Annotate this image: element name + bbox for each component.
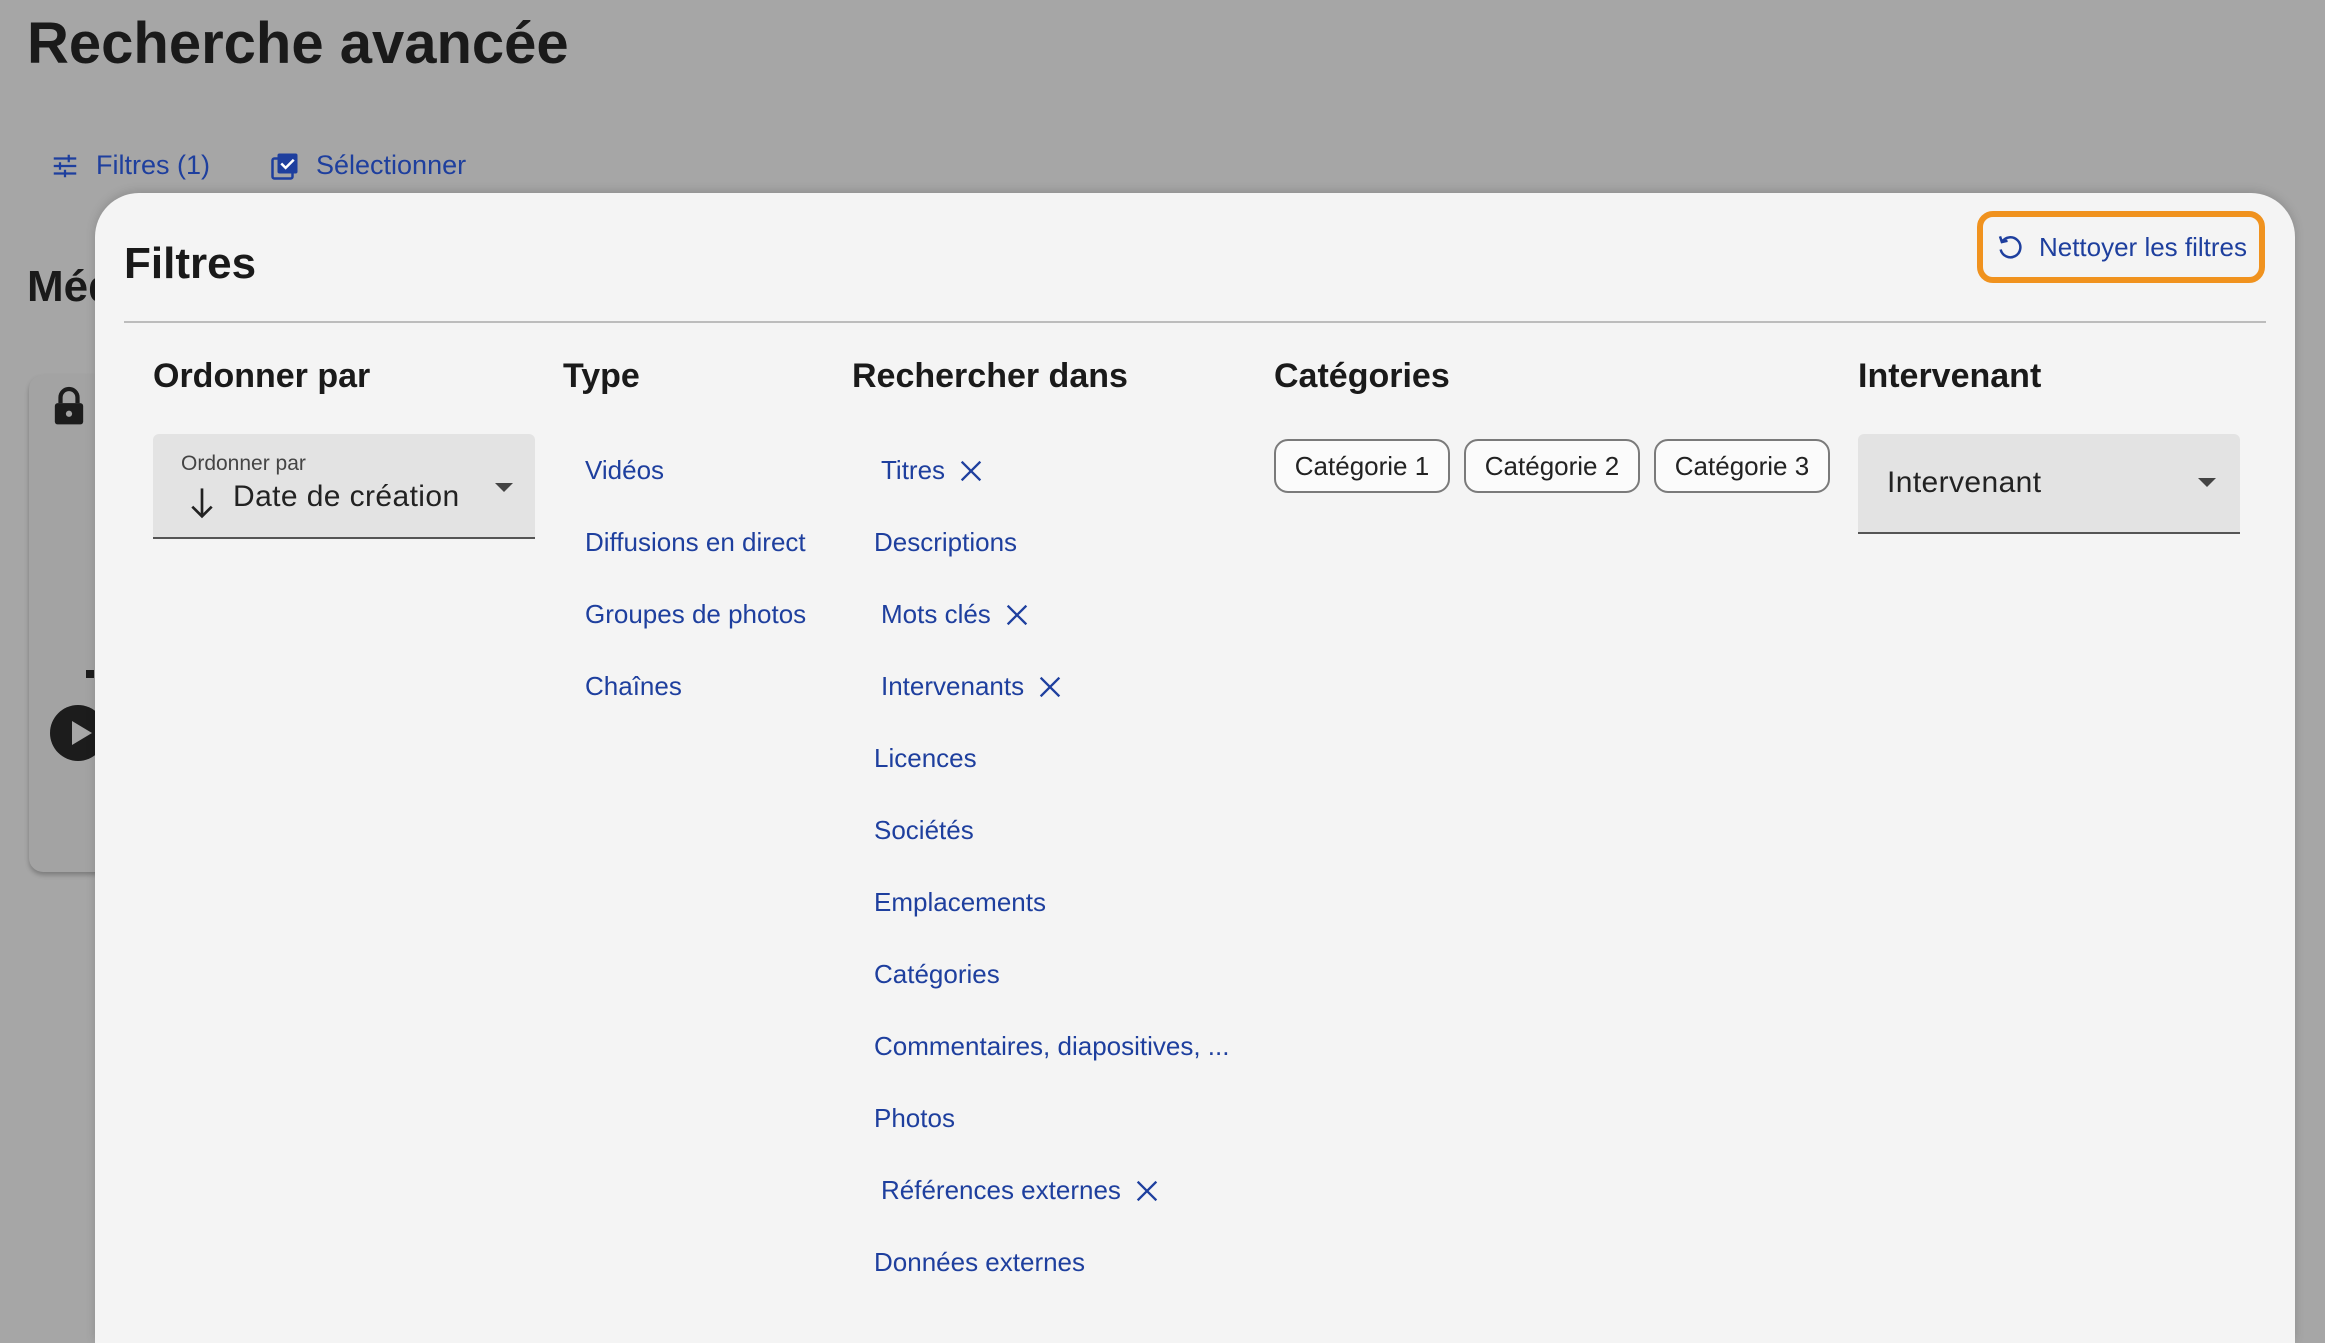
search-in-external-references[interactable]: Références externes bbox=[881, 1175, 1161, 1206]
order-select[interactable]: Ordonner par Date de création bbox=[153, 434, 535, 539]
panel-title: Filtres bbox=[124, 239, 257, 288]
category-chip-1[interactable]: Catégorie 1 bbox=[1274, 439, 1450, 493]
type-option-live[interactable]: Diffusions en direct bbox=[585, 527, 806, 558]
search-in-speakers[interactable]: Intervenants bbox=[881, 671, 1064, 702]
filters-button-label: Filtres (1) bbox=[96, 150, 210, 180]
search-in-heading: Rechercher dans bbox=[852, 357, 1128, 395]
speaker-select-placeholder: Intervenant bbox=[1887, 466, 2042, 499]
search-in-licences[interactable]: Licences bbox=[874, 743, 977, 774]
chevron-down-icon bbox=[2198, 478, 2216, 487]
clear-filters-label: Nettoyer les filtres bbox=[2038, 231, 2248, 262]
card-marker bbox=[86, 670, 94, 678]
search-in-photos[interactable]: Photos bbox=[874, 1103, 955, 1134]
category-chip-2[interactable]: Catégorie 2 bbox=[1464, 439, 1640, 493]
checkbox-stack-icon bbox=[271, 153, 298, 180]
search-in-descriptions[interactable]: Descriptions bbox=[874, 527, 1017, 558]
search-in-comments[interactable]: Commentaires, diapositives, ... bbox=[874, 1031, 1229, 1062]
filters-panel: Filtres Nettoyer les filtres Ordonner pa… bbox=[95, 193, 2295, 1343]
type-heading: Type bbox=[563, 357, 640, 395]
page-title: Recherche avancée bbox=[27, 11, 569, 76]
categories-heading: Catégories bbox=[1274, 357, 1450, 395]
type-option-videos[interactable]: Vidéos bbox=[585, 455, 664, 486]
panel-divider bbox=[124, 321, 2266, 323]
search-in-locations[interactable]: Emplacements bbox=[874, 887, 1046, 918]
filters-button[interactable]: Filtres (1) bbox=[50, 150, 210, 181]
search-in-companies[interactable]: Sociétés bbox=[874, 815, 974, 846]
arrow-down-icon[interactable] bbox=[187, 486, 217, 520]
select-button[interactable]: Sélectionner bbox=[270, 150, 466, 181]
sliders-icon bbox=[53, 154, 77, 177]
order-select-value: Date de création bbox=[233, 480, 460, 513]
lock-icon bbox=[54, 386, 84, 425]
order-heading: Ordonner par bbox=[153, 357, 371, 395]
order-select-caption: Ordonner par bbox=[181, 452, 306, 475]
reset-icon bbox=[1998, 235, 2022, 259]
select-button-label: Sélectionner bbox=[316, 150, 467, 180]
speaker-heading: Intervenant bbox=[1858, 357, 2042, 395]
category-chip-3[interactable]: Catégorie 3 bbox=[1654, 439, 1830, 493]
toolbar: Filtres (1) Sélectionner bbox=[50, 150, 466, 181]
speaker-select[interactable]: Intervenant bbox=[1858, 434, 2240, 534]
type-option-channels[interactable]: Chaînes bbox=[585, 671, 682, 702]
clear-filters-button[interactable]: Nettoyer les filtres bbox=[1977, 211, 2265, 283]
search-in-keywords[interactable]: Mots clés bbox=[881, 599, 1031, 630]
search-in-titles[interactable]: Titres bbox=[881, 455, 985, 486]
chevron-down-icon bbox=[495, 483, 513, 492]
close-icon[interactable] bbox=[1133, 1177, 1161, 1205]
type-option-photo-groups[interactable]: Groupes de photos bbox=[585, 599, 806, 630]
close-icon[interactable] bbox=[1003, 601, 1031, 629]
close-icon[interactable] bbox=[1036, 673, 1064, 701]
close-icon[interactable] bbox=[957, 457, 985, 485]
search-in-external-data[interactable]: Données externes bbox=[874, 1247, 1085, 1278]
search-in-categories[interactable]: Catégories bbox=[874, 959, 1000, 990]
